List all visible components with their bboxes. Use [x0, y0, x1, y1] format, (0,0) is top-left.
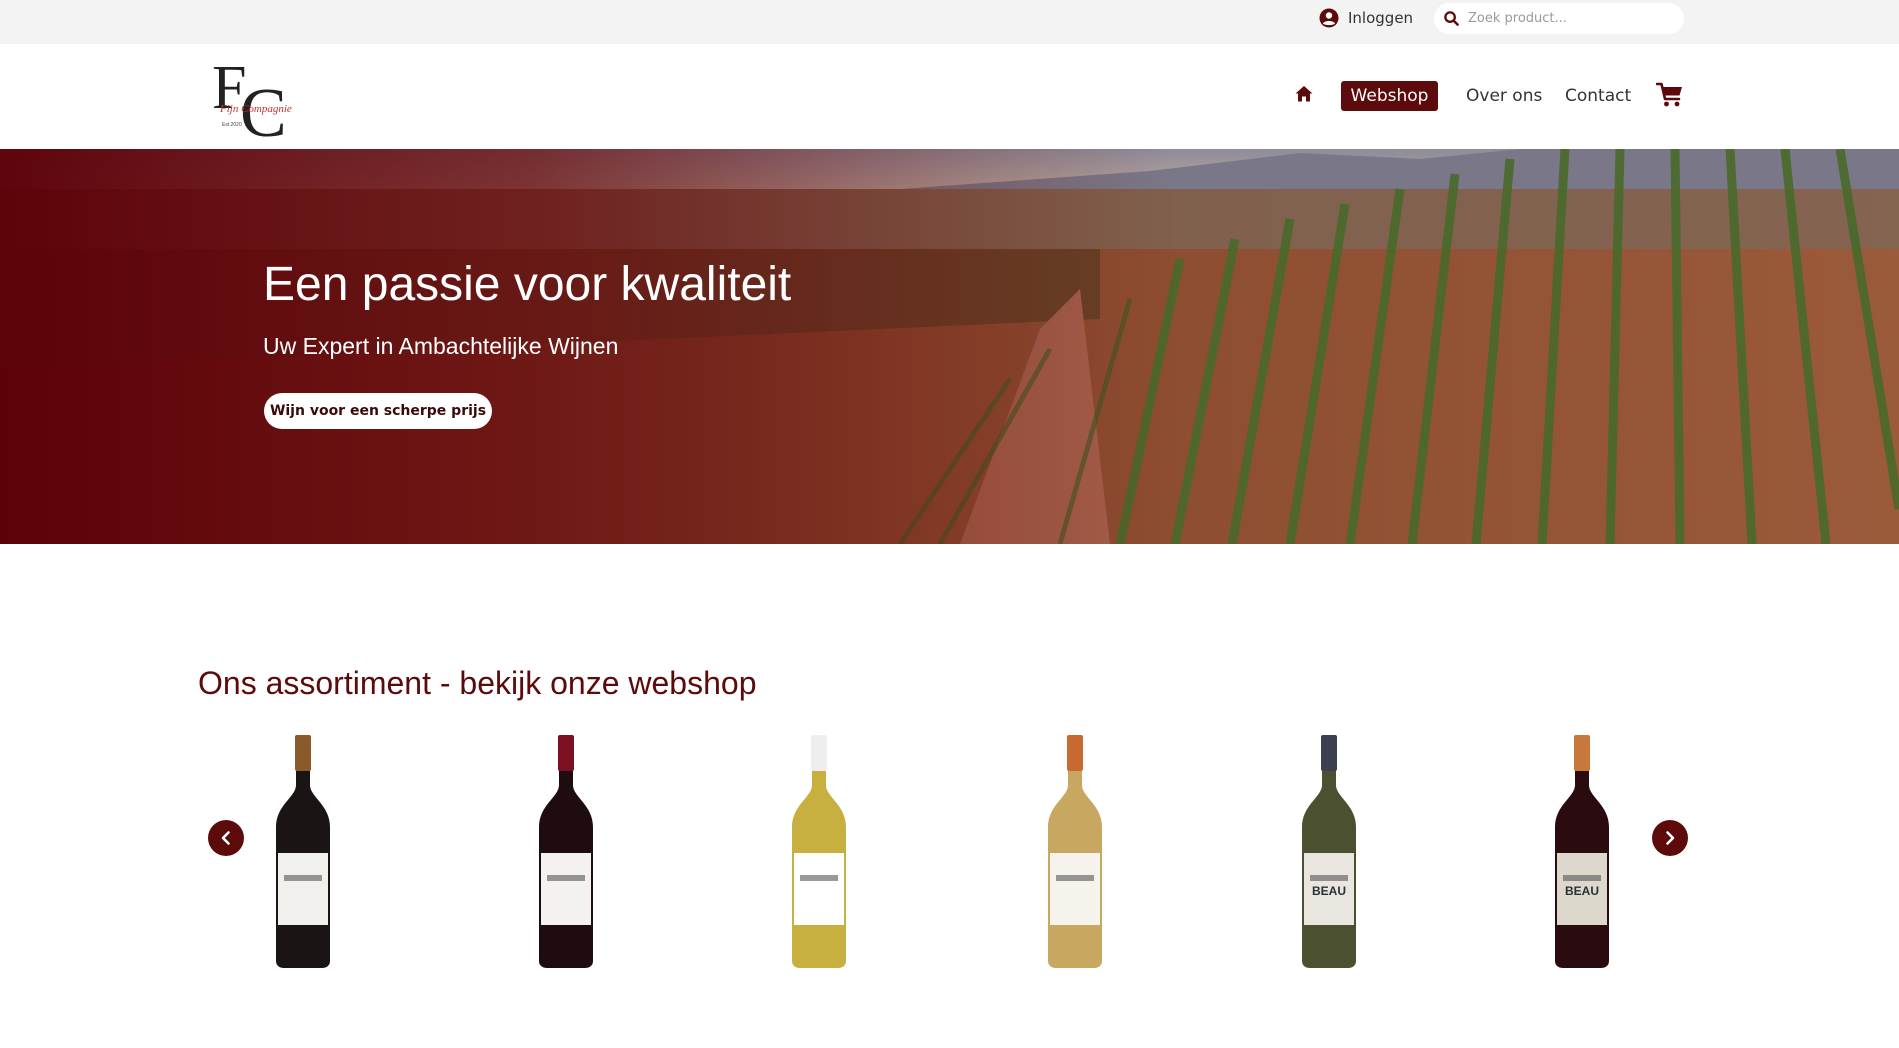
product-card-white-wine-bottle-1[interactable]	[784, 735, 854, 970]
wine-bottle-image: BEAU	[1302, 735, 1356, 968]
home-icon[interactable]	[1294, 84, 1314, 104]
nav-over-ons[interactable]: Over ons	[1466, 81, 1542, 111]
hero-title: Een passie voor kwaliteit	[263, 258, 792, 311]
chevron-right-icon	[1666, 831, 1675, 845]
nav-webshop[interactable]: Webshop	[1341, 81, 1438, 111]
search-box	[1434, 3, 1684, 34]
top-utility-bar: Inloggen	[0, 0, 1899, 44]
hero-subtitle: Uw Expert in Ambachtelijke Wijnen	[263, 333, 619, 359]
site-header: F C Fijn Compagnie Est.2020 Webshop Over…	[0, 44, 1899, 149]
bottle-label-text: BEAU	[1312, 884, 1346, 898]
hero-banner: Een passie voor kwaliteit Uw Expert in A…	[0, 149, 1899, 544]
product-card-white-wine-bottle-2[interactable]	[1040, 735, 1110, 970]
hero-cta-button[interactable]: Wijn voor een scherpe prijs	[264, 393, 492, 429]
wine-bottle-image: BEAU	[1555, 735, 1609, 968]
search-icon[interactable]	[1443, 10, 1460, 27]
nav-contact[interactable]: Contact	[1565, 81, 1631, 111]
login-link[interactable]: Inloggen	[1319, 8, 1413, 28]
bottle-label-text: BEAU	[1565, 884, 1599, 898]
wine-bottle-image	[539, 735, 593, 968]
chevron-left-icon	[221, 831, 230, 845]
wine-bottle-image	[1048, 735, 1102, 968]
carousel-next-button[interactable]	[1652, 820, 1688, 856]
product-card-white-wine-bottle-3[interactable]: BEAU	[1294, 735, 1364, 970]
svg-text:Fijn Compagnie: Fijn Compagnie	[219, 103, 292, 115]
cart-icon[interactable]	[1656, 82, 1684, 108]
user-circle-icon	[1319, 8, 1339, 28]
product-card-red-wine-bottle-2[interactable]	[531, 735, 601, 970]
svg-text:Est.2020: Est.2020	[222, 122, 242, 128]
assortment-title: Ons assortiment - bekijk onze webshop	[198, 665, 757, 701]
carousel-prev-button[interactable]	[208, 820, 244, 856]
wine-bottle-image	[792, 735, 846, 968]
brand-logo[interactable]: F C Fijn Compagnie Est.2020	[210, 50, 292, 142]
login-label: Inloggen	[1348, 9, 1414, 27]
product-card-red-wine-bottle-3[interactable]: BEAU	[1547, 735, 1617, 970]
wine-bottle-image	[276, 735, 330, 968]
search-input[interactable]	[1468, 11, 1668, 26]
product-card-red-wine-bottle-1[interactable]	[268, 735, 338, 970]
